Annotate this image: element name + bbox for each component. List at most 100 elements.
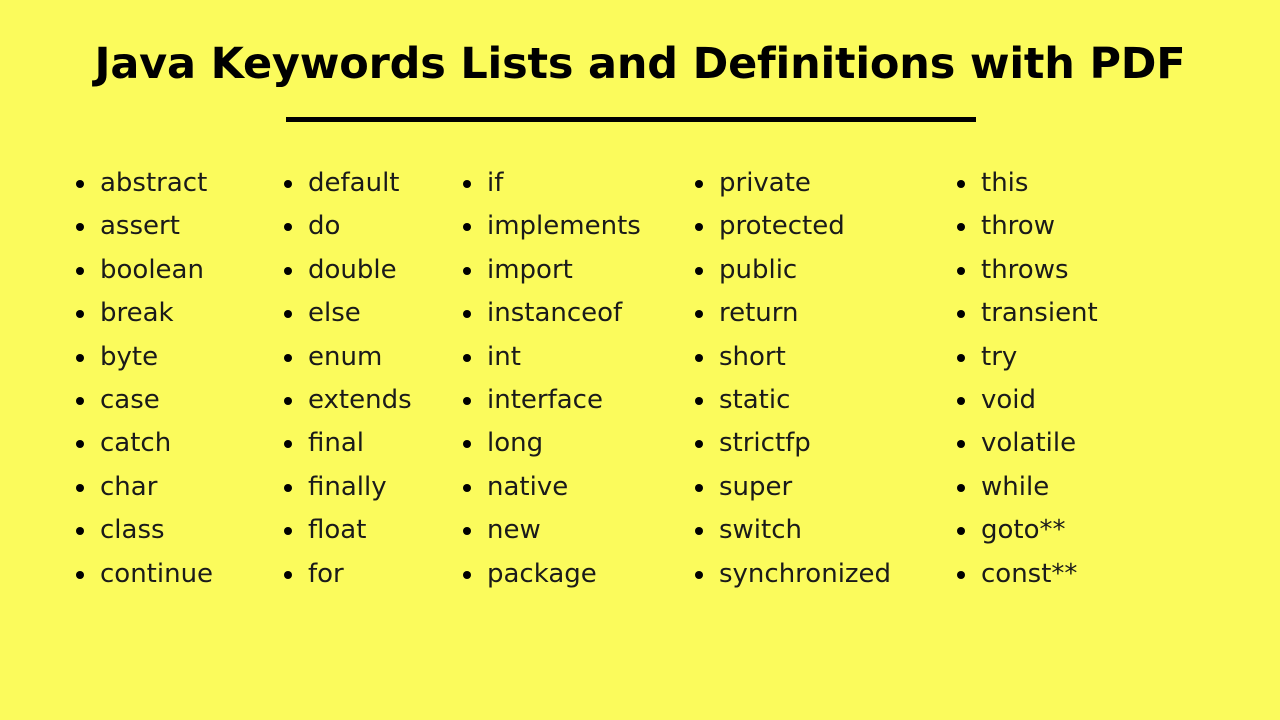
bullet-icon [284,527,292,536]
keyword-label: protected [719,211,845,242]
list-item: abstract [70,162,240,205]
keyword-label: interface [487,385,603,416]
keyword-column-1: abstract assert boolean break byte case … [0,162,240,596]
bullet-icon [463,310,471,319]
bullet-icon [463,353,471,362]
keyword-column-4: private protected public return short st… [665,162,927,596]
list-item: else [278,292,433,335]
bullet-icon [284,397,292,406]
keyword-label: short [719,341,786,372]
keyword-label: case [100,385,160,416]
keyword-label: implements [487,211,641,242]
list-item: while [951,466,1180,509]
keyword-label: instanceof [487,298,623,329]
keyword-label: import [487,254,573,285]
title-underline-rule [286,117,976,122]
keyword-label: for [308,558,344,589]
bullet-icon [695,440,703,449]
keyword-label: new [487,515,541,546]
keyword-label: char [100,471,158,502]
list-item: continue [70,553,240,596]
keyword-label: transient [981,298,1098,329]
keyword-label: throws [981,254,1069,285]
bullet-icon [957,570,965,579]
bullet-icon [695,223,703,232]
list-item: native [457,466,665,509]
list-item: transient [951,292,1180,335]
list-item: const** [951,553,1180,596]
keyword-label: abstract [100,168,208,198]
list-item: private [689,162,927,205]
bullet-icon [957,397,965,406]
bullet-icon [957,310,965,319]
keyword-label: break [100,298,174,329]
bullet-icon [957,440,965,449]
list-item: this [951,162,1180,205]
list-item: package [457,553,665,596]
bullet-icon [463,527,471,536]
keyword-label: else [308,298,361,329]
bullet-icon [463,223,471,232]
list-item: for [278,553,433,596]
list-item: case [70,379,240,422]
bullet-icon [284,440,292,449]
bullet-icon [695,310,703,319]
bullet-icon [284,310,292,319]
keyword-column-2: default do double else enum extends fina… [240,162,433,596]
list-item: final [278,422,433,465]
list-item: break [70,292,240,335]
keyword-column-3: if implements import instanceof int inte… [433,162,665,596]
list-item: synchronized [689,553,927,596]
bullet-icon [284,570,292,579]
list-item: extends [278,379,433,422]
slide-canvas: Java Keywords Lists and Definitions with… [0,0,1280,720]
keyword-label: strictfp [719,428,811,459]
list-item: enum [278,336,433,379]
bullet-icon [463,570,471,579]
list-item: interface [457,379,665,422]
keyword-label: this [981,168,1029,198]
bullet-icon [76,440,84,449]
list-item: double [278,249,433,292]
bullet-icon [695,527,703,536]
bullet-icon [695,180,703,188]
list-item: protected [689,205,927,248]
bullet-icon [957,180,965,188]
keyword-label: try [981,341,1018,372]
list-item: volatile [951,422,1180,465]
bullet-icon [957,266,965,275]
keyword-label: void [981,385,1037,416]
list-item: throw [951,205,1180,248]
bullet-icon [76,266,84,275]
keyword-label: throw [981,211,1055,242]
list-item: do [278,205,433,248]
keyword-label: extends [308,385,412,416]
keyword-label: int [487,341,521,372]
bullet-icon [463,180,471,188]
list-item: int [457,336,665,379]
list-item: long [457,422,665,465]
keyword-list-5: this throw throws transient try void vol… [951,162,1180,596]
list-item: float [278,509,433,552]
list-item: short [689,336,927,379]
bullet-icon [284,483,292,492]
keyword-label: private [719,168,811,198]
keyword-label: if [487,168,504,198]
list-item: boolean [70,249,240,292]
list-item: public [689,249,927,292]
bullet-icon [76,353,84,362]
list-item: if [457,162,665,205]
keyword-label: continue [100,558,214,589]
bullet-icon [463,483,471,492]
title-block: Java Keywords Lists and Definitions with… [0,38,1280,90]
keyword-label: boolean [100,254,204,285]
keyword-list-2: default do double else enum extends fina… [278,162,433,596]
keyword-label: volatile [981,428,1077,459]
bullet-icon [695,483,703,492]
bullet-icon [463,440,471,449]
bullet-icon [284,353,292,362]
list-item: finally [278,466,433,509]
bullet-icon [957,483,965,492]
bullet-icon [76,483,84,492]
bullet-icon [76,223,84,232]
